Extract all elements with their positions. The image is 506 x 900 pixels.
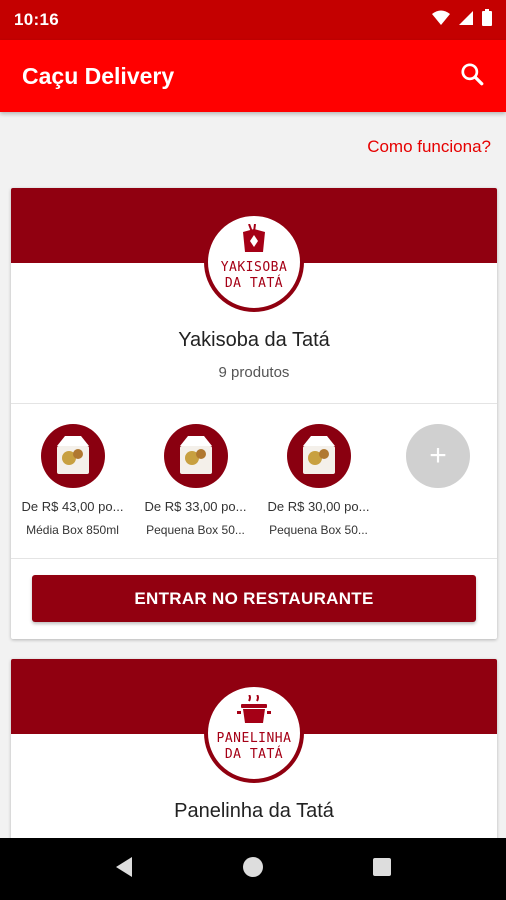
divider xyxy=(11,403,497,404)
navigation-bar xyxy=(0,838,506,900)
product-image xyxy=(163,424,228,488)
pot-icon xyxy=(237,694,271,730)
product-name: Pequena Box 50... xyxy=(269,523,368,537)
product-price: De R$ 30,00 po... xyxy=(267,499,370,514)
more-products-button[interactable]: + xyxy=(406,424,470,488)
restaurant-card: PANELINHA DA TATÁ Panelinha da Tatá xyxy=(11,659,497,859)
product-item[interactable]: De R$ 43,00 po... Média Box 850ml xyxy=(11,424,134,537)
status-icons xyxy=(432,9,492,31)
restaurant-logo: YAKISOBA DA TATÁ xyxy=(204,212,304,312)
battery-icon xyxy=(482,9,492,31)
status-bar: 10:16 xyxy=(0,0,506,40)
logo-text-line2: DA TATÁ xyxy=(224,276,284,291)
product-name: Pequena Box 50... xyxy=(146,523,245,537)
app-title: Caçu Delivery xyxy=(22,62,175,89)
status-time: 10:16 xyxy=(14,10,59,29)
product-image xyxy=(40,424,105,488)
signal-icon xyxy=(458,10,474,31)
back-icon xyxy=(114,856,134,883)
product-count: 9 produtos xyxy=(218,364,290,381)
product-item[interactable]: De R$ 33,00 po... Pequena Box 50... xyxy=(134,424,257,537)
logo-text-line2: DA TATÁ xyxy=(224,747,284,762)
search-button[interactable] xyxy=(452,56,492,96)
product-price: De R$ 33,00 po... xyxy=(144,499,247,514)
app-bar: Caçu Delivery xyxy=(0,40,506,112)
logo-text-line1: YAKISOBA xyxy=(220,260,288,275)
recents-button[interactable] xyxy=(362,849,402,889)
home-button[interactable] xyxy=(233,849,273,889)
restaurant-card: YAKISOBA DA TATÁ Yakisoba da Tatá 9 prod… xyxy=(11,188,497,639)
enter-restaurant-button[interactable]: ENTRAR NO RESTAURANTE xyxy=(32,575,476,622)
home-icon xyxy=(242,856,264,883)
product-price: De R$ 43,00 po... xyxy=(21,499,124,514)
product-list: De R$ 43,00 po... Média Box 850ml De R$ … xyxy=(11,424,497,544)
logo-text-line1: PANELINHA xyxy=(216,731,292,746)
back-button[interactable] xyxy=(104,849,144,889)
divider xyxy=(11,558,497,559)
takeout-box-icon xyxy=(237,223,271,259)
restaurant-name: Panelinha da Tatá xyxy=(174,800,334,822)
product-image xyxy=(286,424,351,488)
how-it-works-link[interactable]: Como funciona? xyxy=(367,137,491,157)
restaurant-name: Yakisoba da Tatá xyxy=(178,329,330,351)
wifi-icon xyxy=(432,10,450,31)
recents-icon xyxy=(372,857,392,882)
search-icon xyxy=(459,61,485,92)
restaurant-logo: PANELINHA DA TATÁ xyxy=(204,683,304,783)
product-item[interactable]: De R$ 30,00 po... Pequena Box 50... xyxy=(257,424,380,537)
product-name: Média Box 850ml xyxy=(26,523,119,537)
